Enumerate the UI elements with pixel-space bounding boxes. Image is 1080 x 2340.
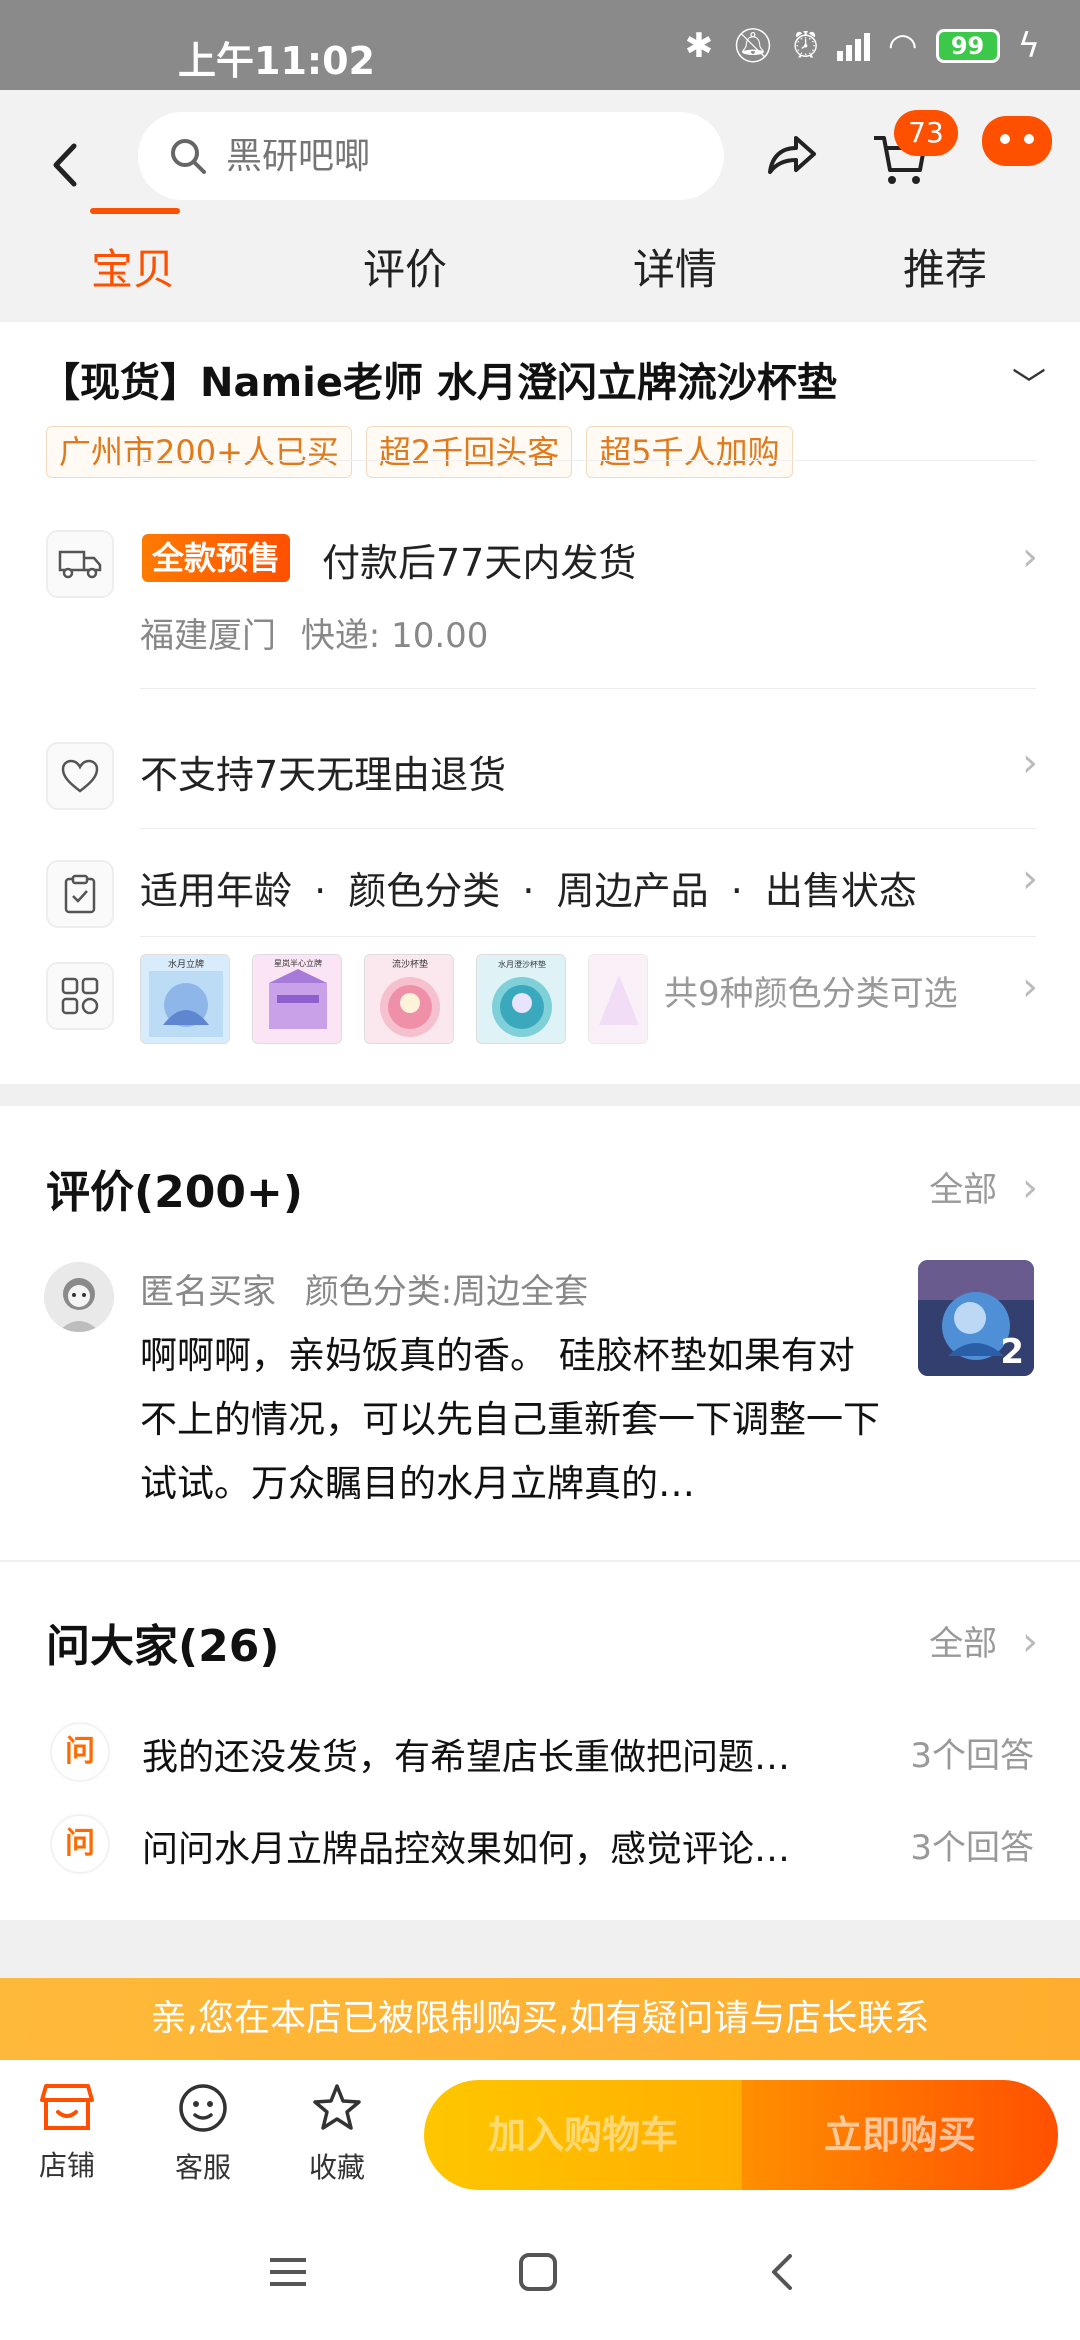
status-icons: ✱ 🔕︎ ⏰︎ ◠ 99 ϟ [685, 26, 1040, 66]
purchase-limit-banner: 亲,您在本店已被限制购买,如有疑问请与店长联系 [0, 1978, 1080, 2060]
reviews-card: 评价(200+) 全部 › 匿名买家 颜色分类:周边全套 啊啊啊，亲妈饭真的香。… [0, 1106, 1080, 1560]
search-input[interactable] [226, 135, 626, 177]
shop-label: 店铺 [38, 2149, 95, 2182]
qa-title: 问大家(26) [46, 1621, 280, 1672]
qa-all-label: 全部 [929, 1624, 998, 1664]
chevron-right-icon: › [1022, 1165, 1038, 1211]
share-icon[interactable] [760, 126, 820, 186]
back-icon [53, 143, 77, 187]
battery-icon: 99 [935, 29, 1000, 63]
status-bar: 上午11:02 ✱ 🔕︎ ⏰︎ ◠ 99 ϟ [0, 0, 1080, 90]
variant-thumbnails: 水月立牌 星岚半心立牌 流沙杯垫 水月澄沙杯垫 [140, 954, 648, 1044]
qa-all-link[interactable]: 全部 › [929, 1616, 1038, 1665]
tab-bar: 宝贝 评价 详情 推荐 [0, 230, 1080, 320]
qa-question: 问问水月立牌品控效果如何，感觉评论… [142, 1829, 791, 1870]
variant-thumb[interactable]: 星岚半心立牌 [252, 954, 342, 1044]
star-icon [313, 2084, 361, 2130]
qa-card: 问大家(26) 全部 › 问 我的还没发货，有希望店长重做把问题… 3个回答 问… [0, 1562, 1080, 1920]
favorite-label: 收藏 [308, 2151, 365, 2184]
system-nav-bar [0, 2210, 1080, 2340]
qa-item[interactable]: 问 我的还没发货，有希望店长重做把问题… 3个回答 [0, 1722, 1080, 1782]
service-icon [179, 2084, 227, 2132]
tab-underline [90, 208, 180, 214]
chevron-right-icon: › [1022, 1619, 1038, 1665]
tab-recommend[interactable]: 推荐 [870, 230, 1020, 310]
add-to-cart-button[interactable]: 加入购物车 [424, 2080, 742, 2190]
svg-text:星岚半心立牌: 星岚半心立牌 [274, 958, 322, 968]
signal-icon [836, 31, 870, 61]
svg-text:水月澄沙杯垫: 水月澄沙杯垫 [498, 959, 546, 969]
review-username: 匿名买家 [140, 1272, 276, 1312]
qa-answer-count: 3个回答 [910, 1828, 1034, 1868]
variant-thumb[interactable]: 流沙杯垫 [364, 954, 454, 1044]
home-icon[interactable] [518, 2252, 558, 2292]
header: 73 宝贝 评价 详情 推荐 [0, 90, 1080, 320]
avatar [44, 1262, 114, 1332]
svg-text:水月立牌: 水月立牌 [168, 958, 204, 970]
qa-answer-count: 3个回答 [910, 1736, 1034, 1776]
bluetooth-icon: ✱ [684, 26, 714, 66]
back-nav-icon[interactable] [768, 2252, 798, 2292]
cart-badge: 73 [894, 110, 958, 156]
shop-icon [40, 2084, 94, 2130]
reviews-all-link[interactable]: 全部 › [929, 1162, 1038, 1211]
service-button[interactable]: 客服 [148, 2082, 258, 2186]
svg-text:流沙杯垫: 流沙杯垫 [392, 958, 428, 970]
status-time: 上午11:02 [178, 39, 375, 83]
shop-button[interactable]: 店铺 [12, 2082, 122, 2184]
reviews-title: 评价(200+) [46, 1167, 303, 1218]
grid-icon [46, 962, 114, 1030]
wifi-icon: ◠ [887, 26, 918, 66]
bottom-action-bar: 店铺 客服 收藏 加入购物车 立即购买 [0, 2060, 1080, 2210]
message-icon[interactable] [982, 116, 1052, 166]
reviews-all-label: 全部 [929, 1170, 998, 1210]
alarm-icon: ⏰︎ [792, 26, 819, 66]
search-box[interactable] [138, 112, 724, 200]
chevron-right-icon[interactable]: › [1022, 964, 1038, 1010]
back-button[interactable] [50, 130, 100, 200]
question-badge: 问 [50, 1814, 110, 1874]
service-label: 客服 [174, 2151, 231, 2184]
review-photo[interactable]: 2 [918, 1260, 1034, 1376]
favorite-button[interactable]: 收藏 [282, 2082, 392, 2186]
mute-icon: 🔕︎ [731, 26, 775, 66]
review-meta: 匿名买家 颜色分类:周边全套 [140, 1264, 588, 1313]
variant-thumb[interactable] [588, 954, 648, 1044]
buy-now-button[interactable]: 立即购买 [742, 2080, 1058, 2190]
variants-count[interactable]: 共9种颜色分类可选 [664, 966, 958, 1015]
menu-icon[interactable] [268, 2252, 308, 2292]
photo-count: 2 [1000, 1332, 1024, 1372]
tab-reviews[interactable]: 评价 [330, 230, 480, 310]
review-variant: 颜色分类:周边全套 [304, 1272, 589, 1312]
charging-icon: ϟ [1017, 26, 1040, 66]
variant-thumb[interactable]: 水月立牌 [140, 954, 230, 1044]
search-icon [171, 139, 206, 174]
tab-details[interactable]: 详情 [600, 230, 750, 310]
review-text[interactable]: 啊啊啊，亲妈饭真的香。 硅胶杯垫如果有对不上的情况，可以先自己重新套一下调整一下… [140, 1324, 880, 1516]
question-badge: 问 [50, 1722, 110, 1782]
tab-item[interactable]: 宝贝 [58, 230, 208, 310]
qa-question: 我的还没发货，有希望店长重做把问题… [142, 1737, 791, 1778]
variant-thumb[interactable]: 水月澄沙杯垫 [476, 954, 566, 1044]
qa-item[interactable]: 问 问问水月立牌品控效果如何，感觉评论… 3个回答 [0, 1814, 1080, 1874]
